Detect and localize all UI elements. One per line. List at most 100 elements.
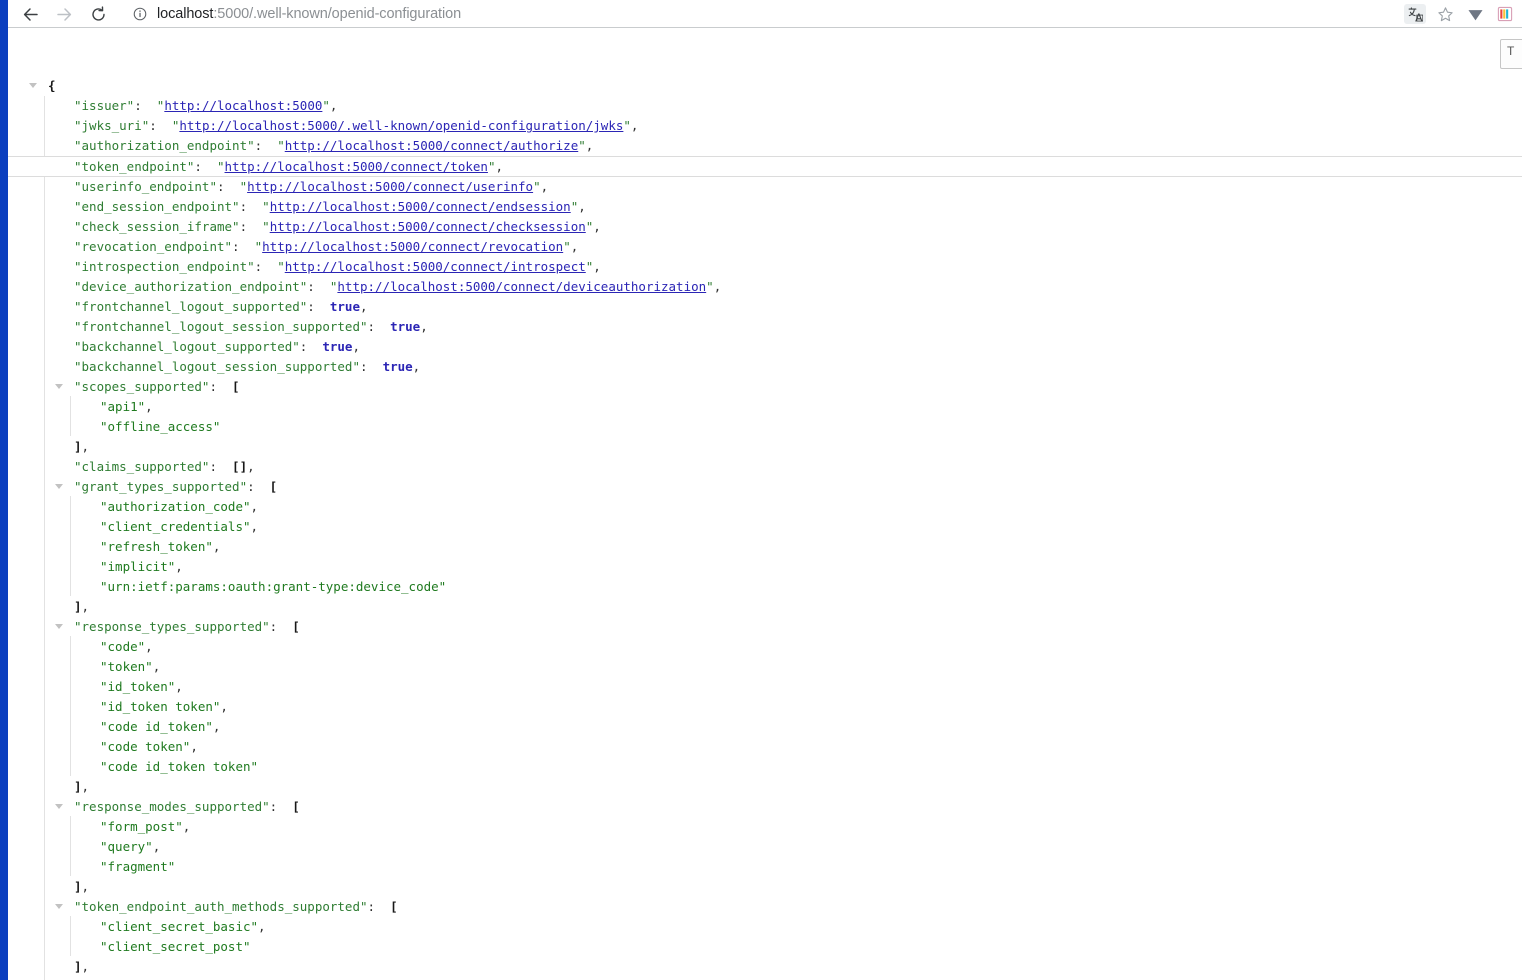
json-line[interactable]: "refresh_token", bbox=[0, 537, 1522, 557]
json-key: "claims_supported" bbox=[74, 459, 210, 474]
json-line[interactable]: "userinfo_endpoint": "http://localhost:5… bbox=[0, 177, 1522, 197]
translate-icon[interactable] bbox=[1400, 1, 1430, 27]
json-line[interactable]: ], bbox=[0, 597, 1522, 617]
json-punct: : bbox=[209, 459, 233, 474]
json-line[interactable]: ], bbox=[0, 957, 1522, 977]
json-line[interactable]: "code token", bbox=[0, 737, 1522, 757]
json-link[interactable]: http://localhost:5000/connect/endsession bbox=[270, 199, 571, 214]
json-key: "grant_types_supported" bbox=[74, 479, 248, 494]
json-line[interactable]: "issuer": "http://localhost:5000", bbox=[0, 96, 1522, 116]
json-viewer-pane[interactable]: {"issuer": "http://localhost:5000", "jwks… bbox=[0, 28, 1522, 980]
json-link[interactable]: http://localhost:5000/connect/introspect bbox=[285, 259, 586, 274]
json-link[interactable]: http://localhost:5000/.well-known/openid… bbox=[179, 118, 623, 133]
json-line[interactable]: "backchannel_logout_session_supported": … bbox=[0, 357, 1522, 377]
json-link[interactable]: http://localhost:5000/connect/token bbox=[225, 159, 488, 174]
v-extension-icon[interactable] bbox=[1460, 1, 1490, 27]
chevron-down-icon[interactable] bbox=[54, 797, 64, 817]
json-line-content: "client_secret_basic", bbox=[100, 917, 266, 937]
json-line[interactable]: "token", bbox=[0, 657, 1522, 677]
json-line[interactable]: "token_endpoint_auth_methods_supported":… bbox=[0, 897, 1522, 917]
json-line-content: "authorization_code", bbox=[100, 497, 258, 517]
json-line-content: "userinfo_endpoint": "http://localhost:5… bbox=[74, 177, 548, 197]
back-arrow-icon[interactable] bbox=[16, 0, 44, 28]
json-line[interactable]: "urn:ietf:params:oauth:grant-type:device… bbox=[0, 577, 1522, 597]
json-string: "code token" bbox=[100, 739, 191, 754]
star-bookmark-icon[interactable] bbox=[1430, 1, 1460, 27]
chevron-down-icon[interactable] bbox=[54, 377, 64, 397]
json-line[interactable]: "api1", bbox=[0, 397, 1522, 417]
json-line-content: ], bbox=[74, 777, 89, 797]
json-line[interactable]: "query", bbox=[0, 837, 1522, 857]
json-key: "response_types_supported" bbox=[74, 619, 270, 634]
json-line[interactable]: "grant_types_supported": [ bbox=[0, 477, 1522, 497]
json-link[interactable]: http://localhost:5000/connect/revocation bbox=[262, 239, 563, 254]
json-line[interactable]: "authorization_code", bbox=[0, 497, 1522, 517]
json-line-content: "introspection_endpoint": "http://localh… bbox=[74, 257, 601, 277]
json-line[interactable]: "code", bbox=[0, 637, 1522, 657]
json-line[interactable]: ], bbox=[0, 437, 1522, 457]
json-link[interactable]: http://localhost:5000/connect/checksessi… bbox=[270, 219, 586, 234]
json-line[interactable]: "code id_token", bbox=[0, 717, 1522, 737]
json-line-content: "frontchannel_logout_supported": true, bbox=[74, 297, 368, 317]
json-line[interactable]: "id_token token", bbox=[0, 697, 1522, 717]
json-key: "backchannel_logout_supported" bbox=[74, 339, 300, 354]
json-line[interactable]: "fragment" bbox=[0, 857, 1522, 877]
json-line[interactable]: "frontchannel_logout_supported": true, bbox=[0, 297, 1522, 317]
json-line[interactable]: "jwks_uri": "http://localhost:5000/.well… bbox=[0, 116, 1522, 136]
json-line[interactable]: "implicit", bbox=[0, 557, 1522, 577]
json-boolean: true bbox=[329, 299, 360, 314]
json-punct: , bbox=[540, 179, 549, 194]
json-key: "userinfo_endpoint" bbox=[74, 179, 217, 194]
json-line[interactable]: ], bbox=[0, 777, 1522, 797]
json-line[interactable]: "check_session_iframe": "http://localhos… bbox=[0, 217, 1522, 237]
json-line[interactable]: "authorization_endpoint": "http://localh… bbox=[0, 136, 1522, 156]
json-bracket: [ bbox=[292, 619, 300, 634]
chevron-down-icon[interactable] bbox=[54, 477, 64, 497]
json-line[interactable]: "introspection_endpoint": "http://localh… bbox=[0, 257, 1522, 277]
json-line[interactable]: "id_token", bbox=[0, 677, 1522, 697]
json-link[interactable]: http://localhost:5000/connect/deviceauth… bbox=[337, 279, 706, 294]
json-line[interactable]: "backchannel_logout_supported": true, bbox=[0, 337, 1522, 357]
json-line-content: "response_types_supported": [ bbox=[74, 617, 300, 637]
json-line[interactable]: "response_types_supported": [ bbox=[0, 617, 1522, 637]
json-link[interactable]: http://localhost:5000/connect/authorize bbox=[285, 138, 579, 153]
json-line[interactable]: "end_session_endpoint": "http://localhos… bbox=[0, 197, 1522, 217]
json-string: "client_credentials" bbox=[100, 519, 251, 534]
json-line[interactable]: "offline_access" bbox=[0, 417, 1522, 437]
json-key: " bbox=[706, 279, 714, 294]
json-key: "check_session_iframe" bbox=[74, 219, 240, 234]
colorful-extension-icon[interactable] bbox=[1490, 1, 1520, 27]
chevron-down-icon[interactable] bbox=[28, 76, 38, 96]
json-line-content: ], bbox=[74, 437, 89, 457]
json-line[interactable]: "code id_token token" bbox=[0, 757, 1522, 777]
json-line-content: "code id_token token" bbox=[100, 757, 258, 777]
chevron-down-icon[interactable] bbox=[54, 897, 64, 917]
json-line[interactable]: "response_modes_supported": [ bbox=[0, 797, 1522, 817]
json-line[interactable]: "client_secret_basic", bbox=[0, 917, 1522, 937]
json-punct: , bbox=[352, 339, 360, 354]
json-key: "frontchannel_logout_supported" bbox=[74, 299, 308, 314]
json-link[interactable]: http://localhost:5000 bbox=[164, 98, 322, 113]
json-link[interactable]: http://localhost:5000/connect/userinfo bbox=[247, 179, 533, 194]
json-line[interactable]: "scopes_supported": [ bbox=[0, 377, 1522, 397]
chevron-down-icon[interactable] bbox=[54, 617, 64, 637]
json-line-highlighted[interactable]: "token_endpoint": "http://localhost:5000… bbox=[0, 156, 1522, 177]
json-string: "api1" bbox=[100, 399, 146, 414]
json-line[interactable]: { bbox=[0, 76, 1522, 96]
json-punct: , bbox=[190, 739, 198, 754]
page-overlay-widget[interactable]: T bbox=[1500, 39, 1522, 69]
json-line[interactable]: "client_credentials", bbox=[0, 517, 1522, 537]
json-punct: : bbox=[307, 279, 330, 294]
json-line[interactable]: "revocation_endpoint": "http://localhost… bbox=[0, 237, 1522, 257]
json-punct: , bbox=[329, 98, 338, 113]
json-line[interactable]: "frontchannel_logout_session_supported":… bbox=[0, 317, 1522, 337]
forward-arrow-icon[interactable] bbox=[50, 0, 78, 28]
json-line[interactable]: "device_authorization_endpoint": "http:/… bbox=[0, 277, 1522, 297]
json-line[interactable]: "client_secret_post" bbox=[0, 937, 1522, 957]
reload-icon[interactable] bbox=[84, 0, 112, 28]
site-info-icon[interactable] bbox=[130, 4, 150, 24]
json-line[interactable]: "claims_supported": [], bbox=[0, 457, 1522, 477]
json-line[interactable]: "form_post", bbox=[0, 817, 1522, 837]
address-bar[interactable]: localhost:5000/.well-known/openid-config… bbox=[126, 2, 1400, 26]
json-line[interactable]: ], bbox=[0, 877, 1522, 897]
